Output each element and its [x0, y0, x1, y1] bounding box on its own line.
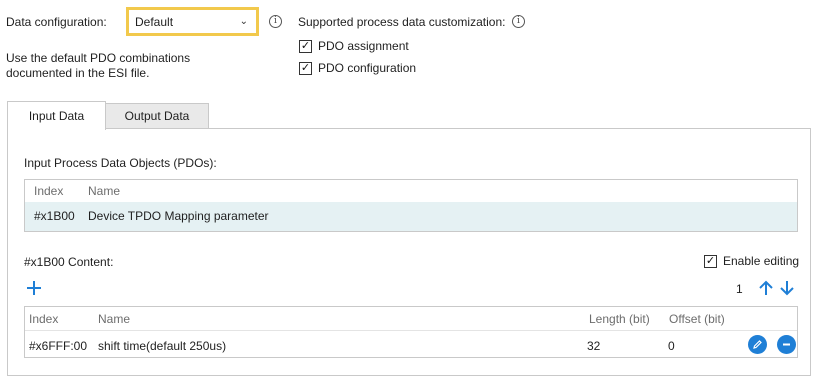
config-description-line1: Use the default PDO combinations	[6, 51, 191, 65]
pdo-header-index: Index	[34, 184, 64, 198]
plus-icon[interactable]	[26, 280, 42, 296]
pdo-assignment-label: PDO assignment	[318, 39, 409, 53]
content-header-name: Name	[98, 312, 131, 326]
checkbox-check-icon[interactable]: ✓	[299, 39, 312, 53]
checkbox-check-icon[interactable]: ✓	[299, 61, 312, 75]
data-configuration-select[interactable]: Default ⌄	[126, 7, 259, 36]
minus-circle-icon[interactable]	[777, 335, 796, 354]
content-row-length: 32	[587, 339, 601, 353]
tab-output-data[interactable]: Output Data	[106, 103, 209, 129]
pdo-section-title: Input Process Data Objects (PDOs):	[24, 156, 217, 170]
tab-input-data[interactable]: Input Data	[7, 101, 106, 130]
info-icon[interactable]: i	[512, 15, 525, 28]
pdo-row-index: #x1B00	[34, 209, 75, 223]
enable-editing-checkbox[interactable]: ✓ Enable editing	[704, 254, 799, 268]
content-header-offset: Offset (bit)	[669, 312, 725, 326]
pdo-row-name: Device TPDO Mapping parameter	[88, 209, 269, 223]
customization-label: Supported process data customization:	[298, 15, 506, 29]
table-row[interactable]: #x1B00 Device TPDO Mapping parameter	[25, 202, 797, 231]
pdo-configuration-checkbox[interactable]: ✓ PDO configuration	[299, 61, 416, 75]
arrow-down-icon[interactable]	[779, 280, 795, 296]
content-count: 1	[736, 282, 743, 296]
config-description-line2: documented in the ESI file.	[6, 66, 150, 80]
pdo-assignment-checkbox[interactable]: ✓ PDO assignment	[299, 39, 409, 53]
content-row-name: shift time(default 250us)	[98, 339, 227, 353]
checkbox-check-icon[interactable]: ✓	[704, 254, 717, 268]
content-header-length: Length (bit)	[589, 312, 650, 326]
table-row[interactable]: #x6FFF:00 shift time(default 250us) 32 0	[25, 330, 797, 357]
content-header-index: Index	[29, 312, 59, 326]
data-configuration-label: Data configuration:	[6, 15, 107, 29]
data-configuration-value: Default	[135, 14, 174, 29]
enable-editing-label: Enable editing	[723, 254, 800, 268]
chevron-down-icon: ⌄	[239, 16, 248, 27]
content-section-title: #x1B00 Content:	[24, 255, 114, 269]
info-icon[interactable]: i	[269, 15, 282, 28]
content-row-index: #x6FFF:00	[29, 339, 88, 353]
pdo-configuration-label: PDO configuration	[318, 61, 417, 75]
arrow-up-icon[interactable]	[758, 280, 774, 296]
content-row-offset: 0	[668, 339, 675, 353]
pencil-icon[interactable]	[748, 335, 767, 354]
pdo-header-name: Name	[88, 184, 121, 198]
content-table: Index Name Length (bit) Offset (bit) #x6…	[24, 306, 798, 358]
pdo-table: Index Name #x1B00 Device TPDO Mapping pa…	[24, 179, 798, 232]
